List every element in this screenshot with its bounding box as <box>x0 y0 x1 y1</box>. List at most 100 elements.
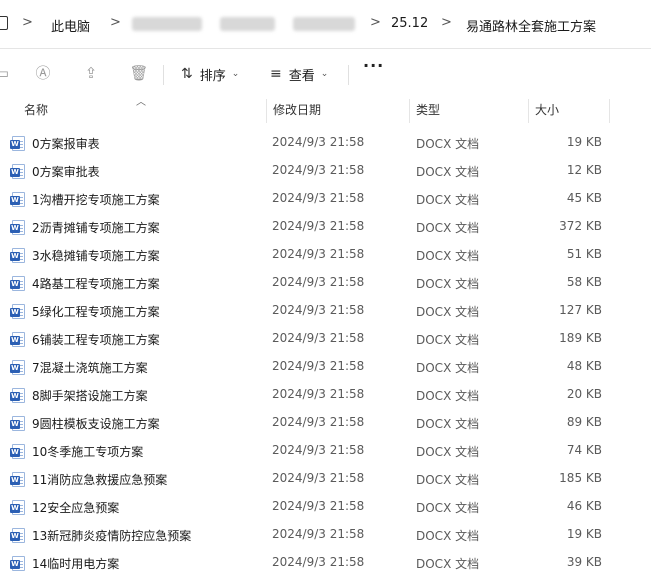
file-size: 185 KB <box>559 471 602 485</box>
file-row[interactable]: W 9圆柱模板支设施工方案 2024/9/3 21:58 DOCX 文档 89 … <box>0 409 651 437</box>
file-date: 2024/9/3 21:58 <box>272 135 365 149</box>
file-name: 0方案报审表 <box>32 137 100 151</box>
file-size: 20 KB <box>566 387 602 401</box>
word-document-icon: W <box>10 304 25 319</box>
breadcrumb-separator: > <box>22 15 33 30</box>
file-row[interactable]: W 3水稳摊铺专项施工方案 2024/9/3 21:58 DOCX 文档 51 … <box>0 241 651 269</box>
file-date: 2024/9/3 21:58 <box>272 471 365 485</box>
file-type: DOCX 文档 <box>416 473 480 487</box>
file-size: 12 KB <box>566 163 602 177</box>
file-type: DOCX 文档 <box>416 361 480 375</box>
file-date: 2024/9/3 21:58 <box>272 303 365 317</box>
file-row[interactable]: W 0方案报审表 2024/9/3 21:58 DOCX 文档 19 KB <box>0 129 651 157</box>
file-name: 4路基工程专项施工方案 <box>32 277 160 291</box>
word-document-icon: W <box>10 136 25 151</box>
file-size: 58 KB <box>566 275 602 289</box>
file-row[interactable]: W 12安全应急预案 2024/9/3 21:58 DOCX 文档 46 KB <box>0 493 651 521</box>
file-name: 6铺装工程专项施工方案 <box>32 333 160 347</box>
chevron-down-icon: ⌄ <box>320 69 329 79</box>
file-row[interactable]: W 13新冠肺炎疫情防控应急预案 2024/9/3 21:58 DOCX 文档 … <box>0 521 651 549</box>
word-document-icon: W <box>10 500 25 515</box>
word-document-icon: W <box>10 276 25 291</box>
file-type: DOCX 文档 <box>416 193 480 207</box>
redacted-drive <box>132 17 202 31</box>
file-row[interactable]: W 2沥青摊铺专项施工方案 2024/9/3 21:58 DOCX 文档 372… <box>0 213 651 241</box>
file-date: 2024/9/3 21:58 <box>272 219 365 233</box>
file-date: 2024/9/3 21:58 <box>272 387 365 401</box>
file-name: 5绿化工程专项施工方案 <box>32 305 160 319</box>
file-row[interactable]: W 1沟槽开挖专项施工方案 2024/9/3 21:58 DOCX 文档 45 … <box>0 185 651 213</box>
file-size: 89 KB <box>566 415 602 429</box>
file-date: 2024/9/3 21:58 <box>272 275 365 289</box>
sort-icon: ⇅ <box>181 66 193 82</box>
file-size: 372 KB <box>559 219 602 233</box>
file-type: DOCX 文档 <box>416 249 480 263</box>
file-name: 7混凝土浇筑施工方案 <box>32 361 148 375</box>
file-size: 51 KB <box>566 247 602 261</box>
file-type: DOCX 文档 <box>416 501 480 515</box>
view-label: 查看 <box>288 68 315 84</box>
column-header-type[interactable]: 类型 <box>410 97 528 125</box>
word-document-icon: W <box>10 360 25 375</box>
breadcrumb-folder-25-12[interactable]: 25.12 <box>391 16 428 31</box>
file-row[interactable]: W 5绿化工程专项施工方案 2024/9/3 21:58 DOCX 文档 127… <box>0 297 651 325</box>
word-document-icon: W <box>10 388 25 403</box>
file-name: 12安全应急预案 <box>32 501 120 515</box>
file-name: 11消防应急救援应急预案 <box>32 473 168 487</box>
file-row[interactable]: W 10冬季施工专项方案 2024/9/3 21:58 DOCX 文档 74 K… <box>0 437 651 465</box>
file-type: DOCX 文档 <box>416 417 480 431</box>
word-document-icon: W <box>10 164 25 179</box>
sort-label: 排序 <box>199 68 226 84</box>
file-name: 1沟槽开挖专项施工方案 <box>32 193 160 207</box>
file-name: 0方案审批表 <box>32 165 100 179</box>
redacted-folder <box>293 17 355 31</box>
column-header-size[interactable]: 大小 <box>529 97 609 125</box>
word-document-icon: W <box>10 248 25 263</box>
file-type: DOCX 文档 <box>416 137 480 151</box>
word-document-icon: W <box>10 192 25 207</box>
file-row[interactable]: W 4路基工程专项施工方案 2024/9/3 21:58 DOCX 文档 58 … <box>0 269 651 297</box>
delete-icon[interactable]: 🗑 <box>129 63 149 83</box>
file-type: DOCX 文档 <box>416 305 480 319</box>
file-row[interactable]: W 6铺装工程专项施工方案 2024/9/3 21:58 DOCX 文档 189… <box>0 325 651 353</box>
paste-icon[interactable]: ▭ <box>0 63 12 83</box>
sort-button[interactable]: ⇅ 排序 ⌄ <box>181 63 239 85</box>
column-divider[interactable] <box>609 99 610 123</box>
file-row[interactable]: W 7混凝土浇筑施工方案 2024/9/3 21:58 DOCX 文档 48 K… <box>0 353 651 381</box>
file-date: 2024/9/3 21:58 <box>272 499 365 513</box>
file-type: DOCX 文档 <box>416 333 480 347</box>
word-document-icon: W <box>10 528 25 543</box>
file-type: DOCX 文档 <box>416 165 480 179</box>
file-size: 127 KB <box>559 303 602 317</box>
file-row[interactable]: W 0方案审批表 2024/9/3 21:58 DOCX 文档 12 KB <box>0 157 651 185</box>
word-document-icon: W <box>10 444 25 459</box>
rename-icon[interactable]: Ⓐ <box>33 63 53 83</box>
file-row[interactable]: W 11消防应急救援应急预案 2024/9/3 21:58 DOCX 文档 18… <box>0 465 651 493</box>
share-icon[interactable]: ⇪ <box>81 63 101 83</box>
file-row[interactable]: W 8脚手架搭设施工方案 2024/9/3 21:58 DOCX 文档 20 K… <box>0 381 651 409</box>
file-type: DOCX 文档 <box>416 557 480 571</box>
column-header-date[interactable]: 修改日期 <box>267 97 409 125</box>
file-size: 19 KB <box>566 527 602 541</box>
file-date: 2024/9/3 21:58 <box>272 163 365 177</box>
file-date: 2024/9/3 21:58 <box>272 555 365 569</box>
this-pc-icon <box>0 16 8 30</box>
command-bar: ▭ Ⓐ ⇪ 🗑 ⇅ 排序 ⌄ ≡ 查看 ⌄ <box>0 49 651 97</box>
file-date: 2024/9/3 21:58 <box>272 359 365 373</box>
file-row[interactable]: W 14临时用电方案 2024/9/3 21:58 DOCX 文档 39 KB <box>0 549 651 575</box>
word-document-icon: W <box>10 556 25 571</box>
toolbar-divider <box>348 65 349 85</box>
file-date: 2024/9/3 21:58 <box>272 527 365 541</box>
file-size: 45 KB <box>566 191 602 205</box>
file-size: 46 KB <box>566 499 602 513</box>
file-type: DOCX 文档 <box>416 221 480 235</box>
view-button[interactable]: ≡ 查看 ⌄ <box>270 63 328 85</box>
breadcrumb-current-folder[interactable]: 易通路林全套施工方案 <box>466 16 596 35</box>
more-options-button[interactable]: ··· <box>363 56 384 75</box>
address-bar[interactable]: > 此电脑 > > 25.12 > 易通路林全套施工方案 <box>0 0 651 48</box>
word-document-icon: W <box>10 332 25 347</box>
file-type: DOCX 文档 <box>416 389 480 403</box>
column-header-name[interactable]: 名称 <box>18 97 266 125</box>
file-name: 3水稳摊铺专项施工方案 <box>32 249 160 263</box>
breadcrumb-this-pc[interactable]: 此电脑 <box>51 16 90 35</box>
